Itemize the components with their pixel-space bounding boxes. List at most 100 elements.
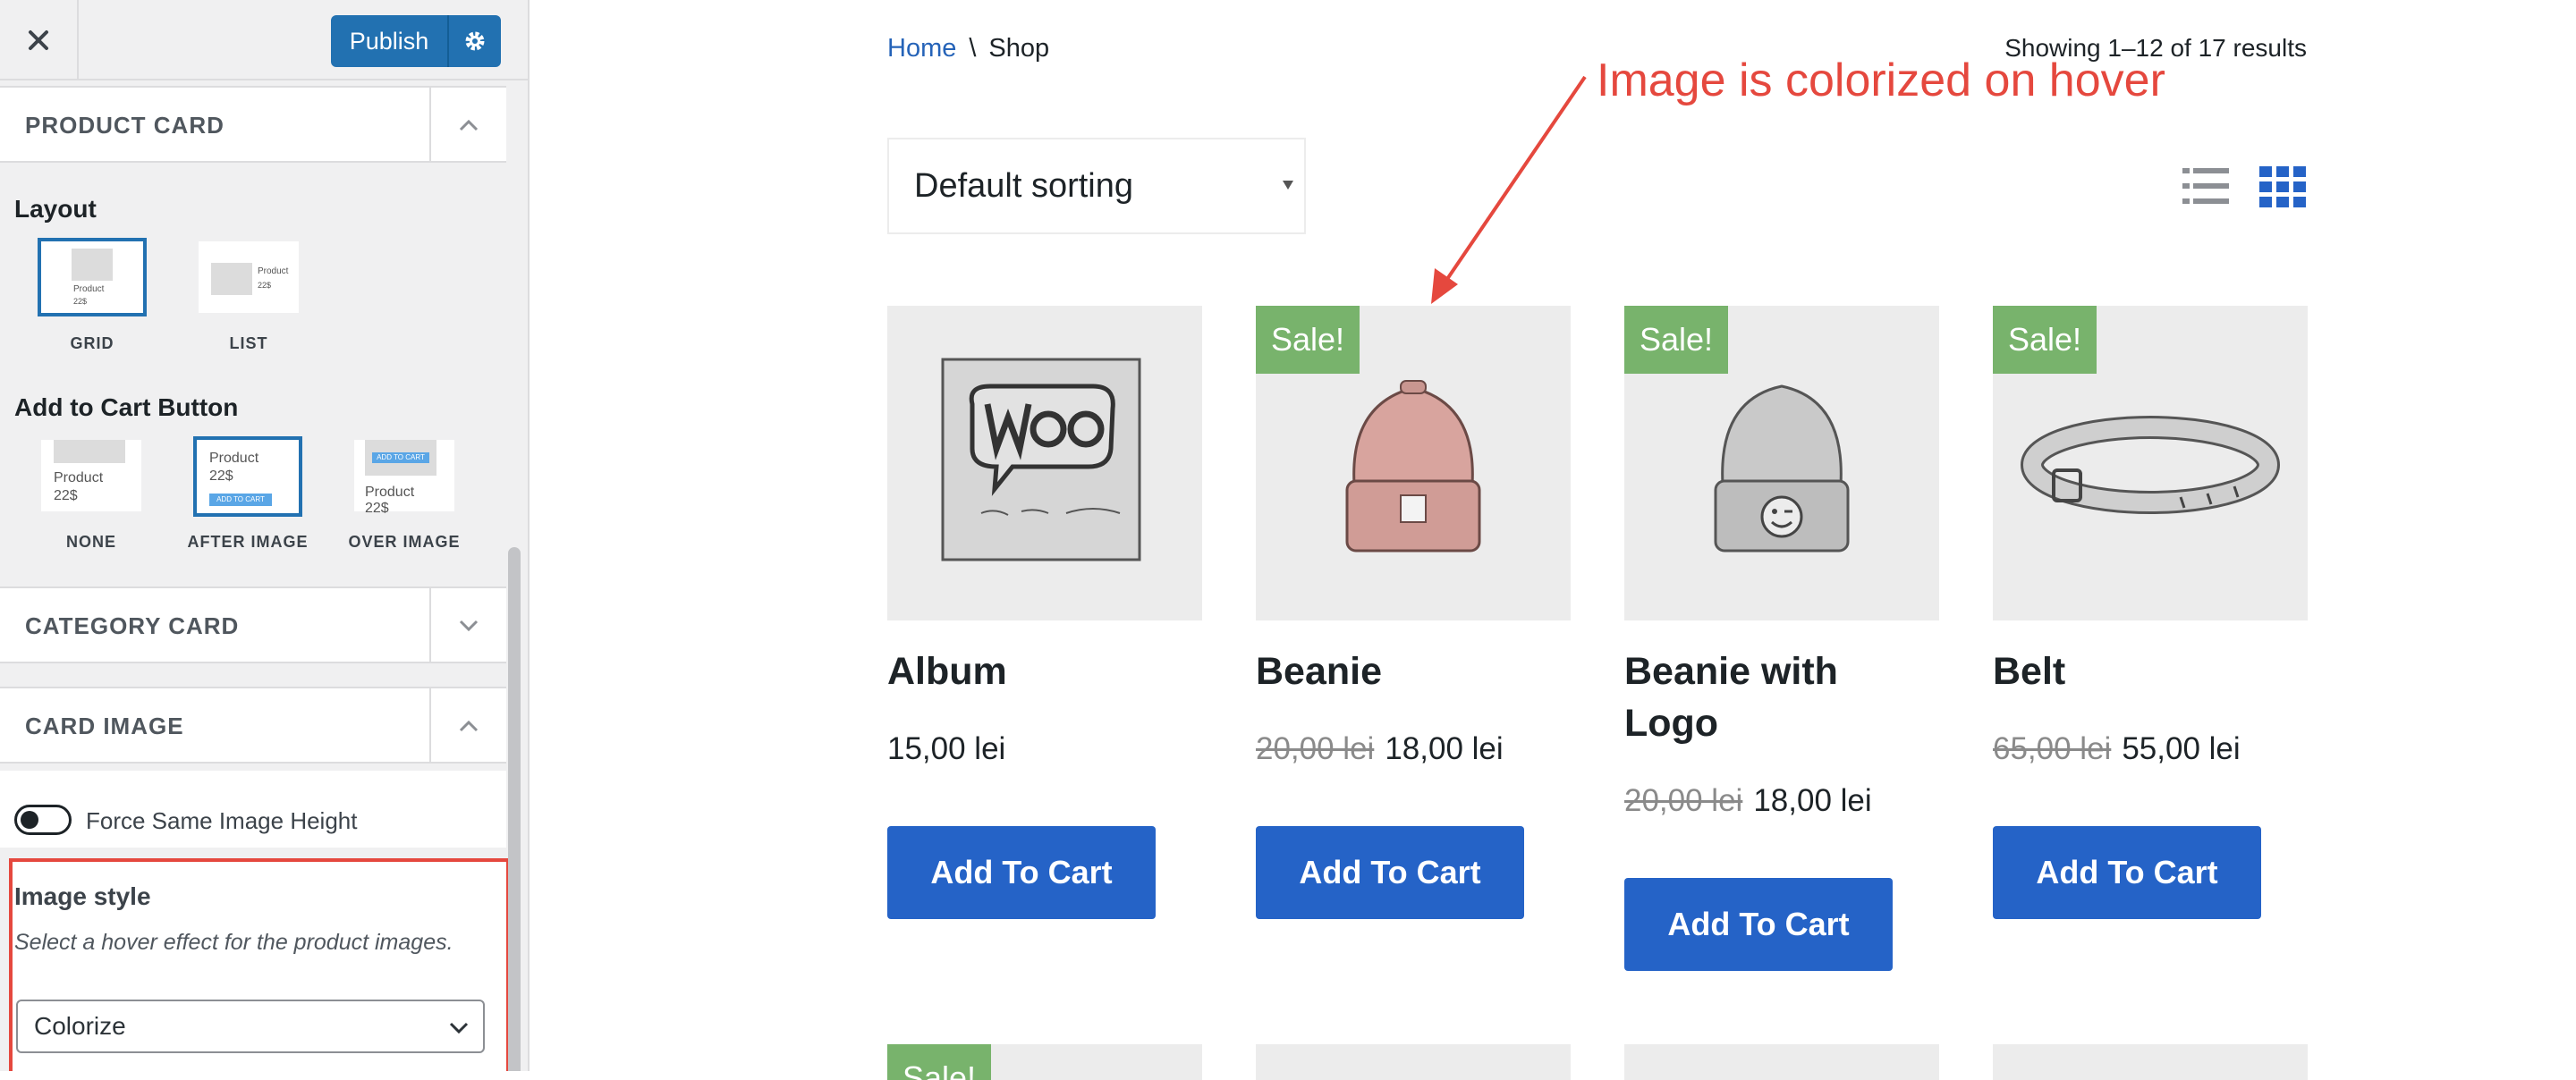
thumb-product: Product [209, 451, 259, 466]
image-style-value: Colorize [34, 1012, 126, 1040]
cart-option-over-image[interactable]: ADD TO CART Product 22$ [352, 438, 456, 513]
add-to-cart-button[interactable]: Add To Cart [1993, 826, 2261, 919]
chevron-down-icon [449, 1022, 469, 1034]
thumb-price: 22$ [54, 488, 78, 503]
woo-album-icon [941, 358, 1141, 561]
image-style-select[interactable]: Colorize [16, 1000, 485, 1053]
list-view-button[interactable] [2182, 166, 2229, 210]
product-image[interactable]: Sale! [1256, 306, 1571, 620]
add-to-cart-button[interactable]: Add To Cart [1256, 826, 1524, 919]
product-title[interactable]: Belt [1993, 645, 2308, 697]
product-title[interactable]: Album [887, 645, 1202, 697]
layout-option-list[interactable]: Product 22$ [197, 240, 301, 315]
thumb-product: Product [54, 470, 104, 485]
sorting-value: Default sorting [914, 167, 1134, 205]
collapse-button[interactable] [429, 88, 506, 163]
collapse-button[interactable] [429, 688, 506, 764]
thumb-product: Product [365, 485, 415, 500]
annotation-label: Image is colorized on hover [1597, 55, 2165, 106]
chevron-up-icon [459, 720, 479, 732]
publish-settings-button[interactable] [449, 30, 501, 53]
thumb-product: Product [258, 266, 289, 276]
thumb-add-button: ADD TO CART [372, 452, 429, 463]
close-customizer-button[interactable] [0, 0, 79, 80]
product-image[interactable]: Sale! [887, 1044, 1202, 1080]
close-icon [29, 30, 48, 50]
thumb-price: 22$ [258, 281, 272, 290]
product-price: 65,00 lei 55,00 lei [1993, 731, 2241, 767]
chevron-up-icon [459, 119, 479, 131]
thumb-image [72, 249, 113, 281]
cart-option-after-image[interactable]: Product 22$ ADD TO CART [193, 436, 302, 517]
original-price: 20,00 lei [1256, 731, 1375, 766]
sale-badge: Sale! [887, 1044, 991, 1080]
current-price: 55,00 lei [2122, 731, 2241, 766]
breadcrumb-current: Shop [988, 34, 1050, 63]
layout-list-caption: LIST [229, 334, 268, 352]
product-title[interactable]: Beanie with Logo [1624, 645, 1939, 749]
sale-badge: Sale! [1993, 306, 2097, 374]
product-image[interactable] [1256, 1044, 1571, 1080]
toggle-knob [21, 811, 38, 829]
thumb-product: Product [73, 284, 105, 294]
sale-badge: Sale! [1624, 306, 1728, 374]
product-price: 15,00 lei [887, 731, 1005, 767]
layout-grid-caption: GRID [70, 334, 114, 352]
caret-down-icon [1283, 181, 1293, 190]
cart-over-image-caption: OVER IMAGE [348, 533, 461, 551]
original-price: 65,00 lei [1993, 731, 2112, 766]
current-price: 18,00 lei [1385, 731, 1504, 766]
section-card-image[interactable]: CARD IMAGE [0, 687, 506, 764]
image-style-description: Select a hover effect for the product im… [14, 930, 453, 955]
customizer-sidebar: Publish PRODUCT CARD Layout Product 22$ … [0, 0, 530, 1071]
sidebar-scrollbar[interactable] [508, 547, 521, 1071]
current-price: 15,00 lei [887, 731, 1006, 766]
breadcrumb-home-link[interactable]: Home [887, 34, 956, 63]
add-to-cart-label: Add to Cart Button [14, 393, 239, 421]
section-title: PRODUCT CARD [25, 112, 225, 139]
thumb-price: 22$ [73, 297, 88, 306]
add-to-cart-button[interactable]: Add To Cart [1624, 878, 1893, 971]
product-title[interactable]: Beanie [1256, 645, 1571, 697]
expand-button[interactable] [429, 588, 506, 663]
chevron-down-icon [459, 620, 479, 632]
product-image[interactable] [1993, 1044, 2308, 1080]
layout-label: Layout [14, 195, 97, 223]
grid-view-button[interactable] [2259, 166, 2306, 212]
gear-icon [465, 31, 485, 51]
list-view-icon [2182, 168, 2229, 204]
breadcrumb: Home \ Shop [887, 34, 1049, 63]
product-price: 20,00 lei 18,00 lei [1624, 783, 1872, 819]
original-price: 20,00 lei [1624, 783, 1743, 818]
breadcrumb-separator: \ [969, 34, 977, 63]
section-product-card[interactable]: PRODUCT CARD [0, 86, 506, 163]
thumb-price: 22$ [365, 501, 389, 513]
cart-none-caption: NONE [65, 533, 116, 551]
sale-badge: Sale! [1256, 306, 1360, 374]
grid-view-icon [2259, 166, 2306, 207]
current-price: 18,00 lei [1753, 783, 1872, 818]
layout-option-grid[interactable]: Product 22$ [38, 238, 147, 316]
cart-option-none[interactable]: Product 22$ [39, 438, 143, 513]
section-title: CATEGORY CARD [25, 612, 240, 639]
force-height-toggle[interactable] [14, 805, 72, 835]
force-height-label: Force Same Image Height [86, 807, 358, 834]
sorting-select[interactable]: Default sorting [887, 138, 1306, 234]
product-image[interactable] [1624, 1044, 1939, 1080]
section-category-card[interactable]: CATEGORY CARD [0, 586, 506, 663]
product-image[interactable] [887, 306, 1202, 620]
thumb-image [54, 440, 125, 463]
product-image[interactable]: Sale! [1624, 306, 1939, 620]
publish-label: Publish [349, 27, 429, 55]
thumb-image [211, 263, 252, 295]
customizer-topbar: Publish [0, 0, 528, 80]
thumb-add-button: ADD TO CART [209, 494, 272, 506]
section-title: CARD IMAGE [25, 713, 184, 739]
cart-after-image-caption: AFTER IMAGE [187, 533, 309, 551]
product-image[interactable]: Sale! [1993, 306, 2308, 620]
thumb-price: 22$ [209, 468, 233, 484]
image-style-title: Image style [14, 882, 151, 910]
publish-button[interactable]: Publish [331, 15, 501, 67]
product-price: 20,00 lei 18,00 lei [1256, 731, 1504, 767]
add-to-cart-button[interactable]: Add To Cart [887, 826, 1156, 919]
